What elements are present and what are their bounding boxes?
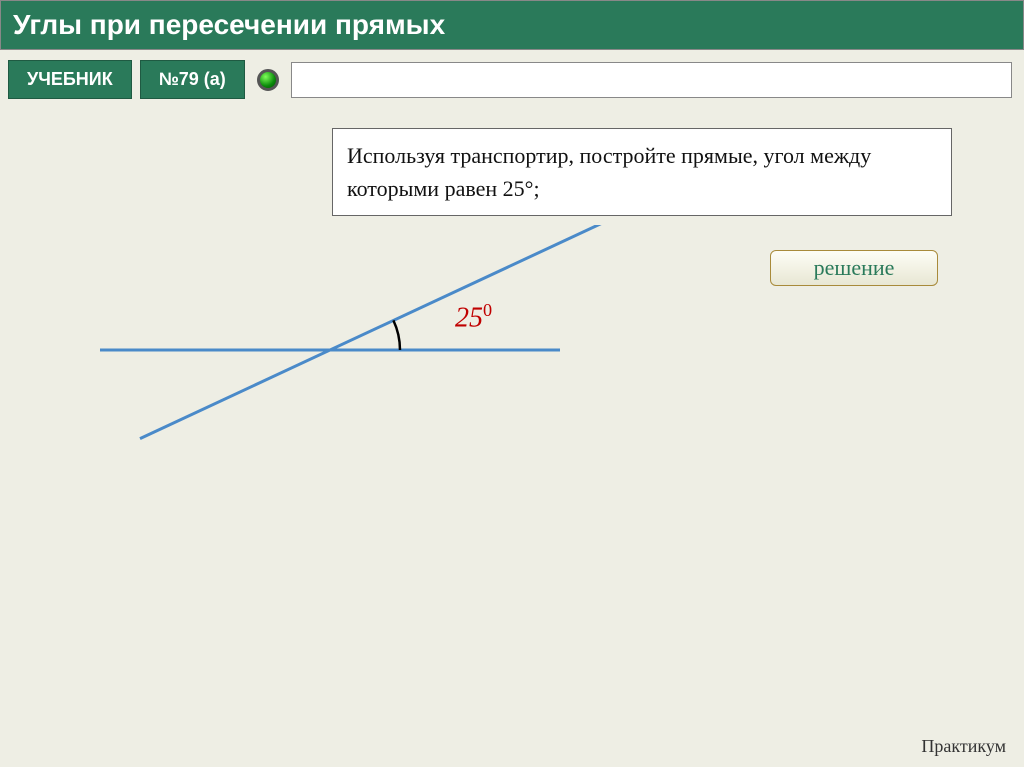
- toolbar: УЧЕБНИК №79 (а): [0, 50, 1024, 109]
- page-title: Углы при пересечении прямых: [0, 0, 1024, 50]
- angle-number: 25: [455, 302, 483, 333]
- answer-input[interactable]: [291, 62, 1012, 98]
- problem-number-button[interactable]: №79 (а): [140, 60, 245, 99]
- status-indicator-icon: [257, 69, 279, 91]
- textbook-button[interactable]: УЧЕБНИК: [8, 60, 132, 99]
- angle-diagram: [90, 225, 690, 525]
- task-text: Используя транспортир, постройте прямые,…: [332, 128, 952, 216]
- solution-button[interactable]: решение: [770, 250, 938, 286]
- degree-symbol: 0: [483, 300, 492, 320]
- footer-label: Практикум: [921, 736, 1006, 757]
- angle-value-label: 250: [455, 300, 492, 334]
